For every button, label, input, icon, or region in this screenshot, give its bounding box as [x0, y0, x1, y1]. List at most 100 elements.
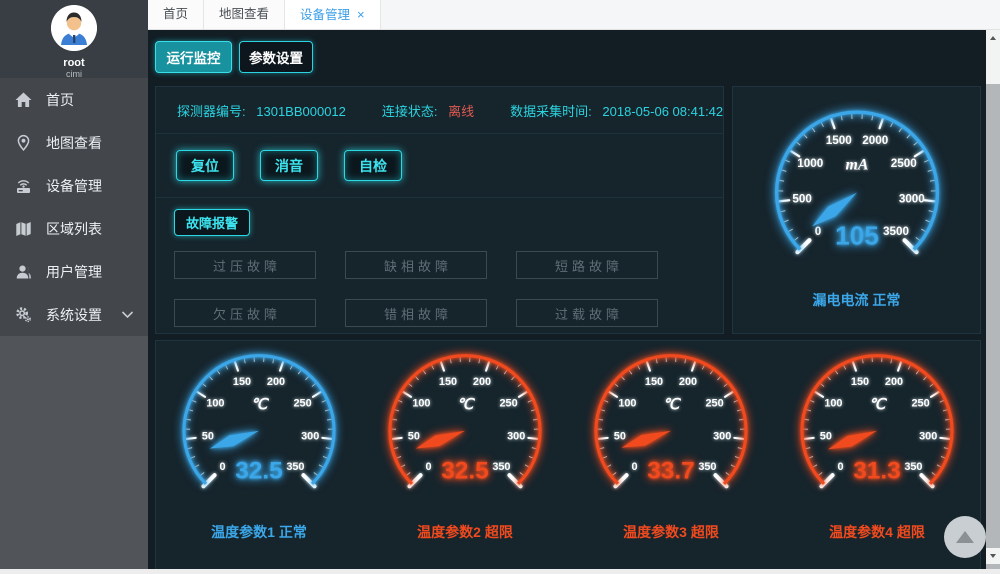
svg-text:100: 100 [824, 397, 842, 409]
tab-label: 设备管理 [300, 8, 350, 22]
svg-text:250: 250 [706, 397, 724, 409]
run-monitor-button[interactable]: 运行监控 [155, 41, 232, 73]
svg-text:300: 300 [919, 431, 937, 443]
svg-text:1500: 1500 [825, 134, 851, 147]
tab-label: 地图查看 [219, 7, 269, 21]
fault-overvoltage-button[interactable]: 过压故障 [174, 251, 316, 279]
temperature-gauge-1: 050100150200250300350℃32.5 温度参数1 正常 [163, 345, 355, 542]
main-content: 运行监控 参数设置 探测器编号: 1301BB000012 连接状态: 离线 数… [148, 30, 986, 569]
svg-text:250: 250 [912, 397, 930, 409]
fault-alarm-button[interactable]: 故障报警 [174, 209, 250, 236]
gauge-title: 温度参数3 超限 [575, 522, 767, 542]
svg-text:0: 0 [838, 461, 844, 473]
svg-text:150: 150 [851, 376, 869, 388]
svg-text:3000: 3000 [898, 192, 924, 205]
tab-map-view[interactable]: 地图查看 [204, 0, 285, 29]
arrow-up-icon [990, 36, 996, 40]
svg-text:250: 250 [294, 397, 312, 409]
collect-time: 数据采集时间: 2018-05-06 08:41:42 [510, 101, 723, 120]
fault-phase-loss-button[interactable]: 缺相故障 [345, 251, 487, 279]
scrollbar-thumb[interactable] [986, 46, 1000, 84]
scrollbar-up-button[interactable] [986, 30, 1000, 46]
device-control-panel: 探测器编号: 1301BB000012 连接状态: 离线 数据采集时间: 201… [155, 86, 724, 334]
sidebar-menu: 首页 地图查看 设备管理 区域列表 用户管理 [0, 78, 148, 336]
gauge-dial: 050100150200250300350℃33.7 [575, 345, 767, 520]
device-info-row: 探测器编号: 1301BB000012 连接状态: 离线 数据采集时间: 201… [156, 87, 723, 134]
scrollbar-down-button[interactable] [986, 548, 1000, 564]
svg-text:℃: ℃ [869, 397, 888, 413]
sidebar-item-user-management[interactable]: 用户管理 [0, 250, 148, 293]
svg-text:300: 300 [301, 431, 319, 443]
collect-time-label: 数据采集时间: [510, 104, 592, 119]
vertical-scrollbar[interactable] [986, 30, 1000, 569]
view-toolbar: 运行监控 参数设置 [148, 30, 986, 73]
sidebar-item-system-settings[interactable]: 系统设置 [0, 293, 148, 336]
detector-id: 探测器编号: 1301BB000012 [177, 101, 346, 120]
device-icon [14, 177, 33, 195]
svg-text:0: 0 [632, 461, 638, 473]
param-settings-button[interactable]: 参数设置 [239, 41, 313, 73]
svg-text:32.5: 32.5 [441, 457, 489, 484]
tab-home[interactable]: 首页 [148, 0, 204, 29]
svg-text:50: 50 [408, 431, 420, 443]
fault-alarm-section: 故障报警 过压故障 缺相故障 短路故障 欠压故障 错相故障 过载故障 [156, 198, 723, 338]
avatar [51, 5, 97, 51]
svg-text:1000: 1000 [797, 157, 823, 170]
arrow-up-icon [956, 531, 974, 543]
gauge-dial: 0500100015002000250030003500mA105 [754, 101, 960, 288]
svg-text:150: 150 [233, 376, 251, 388]
leakage-current-panel: 0500100015002000250030003500mA105 漏电电流 正… [732, 86, 981, 334]
svg-text:mA: mA [845, 156, 868, 173]
sidebar-item-area-list[interactable]: 区域列表 [0, 207, 148, 250]
sidebar-item-label: 设备管理 [46, 176, 102, 196]
svg-text:3500: 3500 [883, 225, 909, 238]
gauge-title: 温度参数1 正常 [163, 522, 355, 542]
leakage-current-gauge: 0500100015002000250030003500mA105 漏电电流 正… [754, 101, 960, 310]
fault-phase-error-button[interactable]: 错相故障 [345, 299, 487, 327]
tab-device-management[interactable]: 设备管理 × [285, 0, 381, 29]
sidebar-item-label: 系统设置 [46, 305, 102, 325]
avatar-icon [51, 5, 97, 51]
svg-text:250: 250 [500, 397, 518, 409]
svg-text:2000: 2000 [862, 134, 888, 147]
connection-status-value: 离线 [448, 104, 474, 119]
svg-text:500: 500 [792, 192, 812, 205]
sidebar-item-home[interactable]: 首页 [0, 78, 148, 121]
svg-text:300: 300 [713, 431, 731, 443]
svg-text:200: 200 [267, 376, 285, 388]
collect-time-value: 2018-05-06 08:41:42 [602, 104, 723, 119]
fault-short-circuit-button[interactable]: 短路故障 [516, 251, 658, 279]
bottom-edge-strip [0, 569, 1000, 574]
svg-text:200: 200 [885, 376, 903, 388]
gauge-title: 漏电电流 正常 [754, 290, 960, 310]
svg-text:0: 0 [426, 461, 432, 473]
reset-button[interactable]: 复位 [176, 150, 234, 181]
gauge-dial: 050100150200250300350℃32.5 [369, 345, 561, 520]
svg-text:50: 50 [820, 431, 832, 443]
svg-text:32.5: 32.5 [235, 457, 283, 484]
gear-icon [14, 306, 33, 324]
svg-text:100: 100 [618, 397, 636, 409]
svg-text:300: 300 [507, 431, 525, 443]
svg-text:100: 100 [206, 397, 224, 409]
fault-overload-button[interactable]: 过载故障 [516, 299, 658, 327]
temperature-gauge-4: 050100150200250300350℃31.3 温度参数4 超限 [781, 345, 973, 542]
sidebar-item-label: 区域列表 [46, 219, 102, 239]
svg-text:0: 0 [220, 461, 226, 473]
sidebar-item-map-view[interactable]: 地图查看 [0, 121, 148, 164]
fault-undervoltage-button[interactable]: 欠压故障 [174, 299, 316, 327]
svg-text:200: 200 [679, 376, 697, 388]
svg-text:150: 150 [645, 376, 663, 388]
scroll-to-top-button[interactable] [944, 516, 986, 558]
tab-close-icon[interactable]: × [357, 7, 365, 22]
map-pin-icon [14, 134, 33, 152]
self-check-button[interactable]: 自检 [344, 150, 402, 181]
svg-text:31.3: 31.3 [853, 457, 901, 484]
mute-button[interactable]: 消音 [260, 150, 318, 181]
sidebar-item-device-management[interactable]: 设备管理 [0, 164, 148, 207]
svg-text:℃: ℃ [457, 397, 476, 413]
svg-text:350: 350 [492, 461, 510, 473]
svg-text:105: 105 [835, 221, 879, 251]
home-icon [14, 91, 33, 109]
tab-label: 首页 [163, 7, 188, 21]
